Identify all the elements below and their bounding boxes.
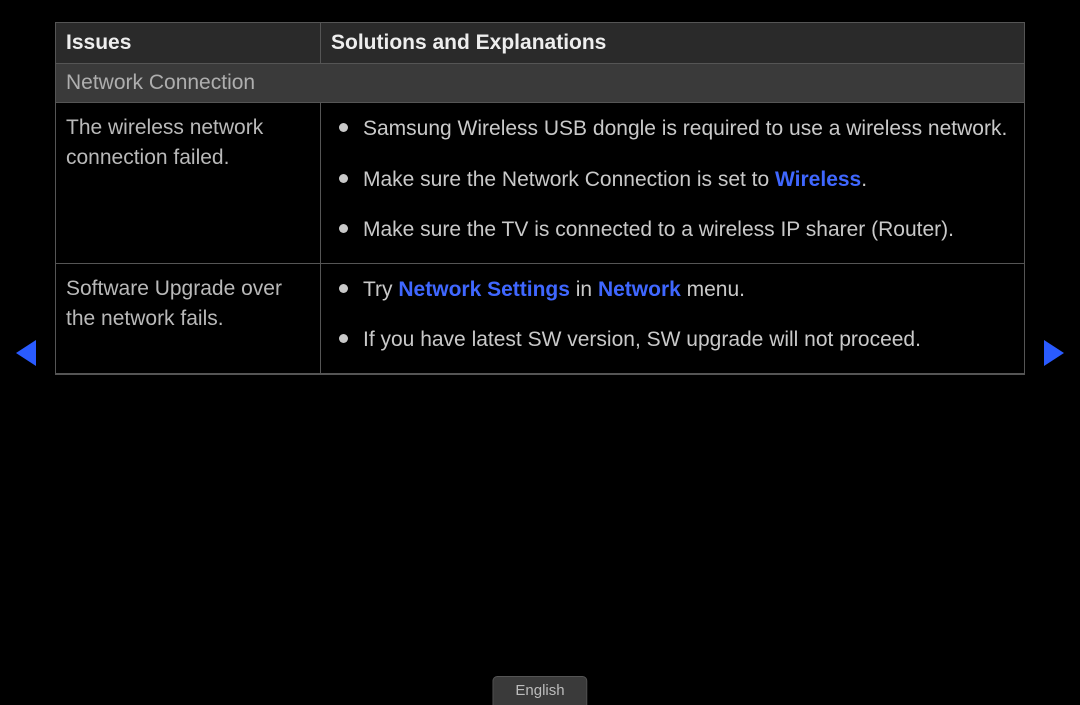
list-item: Make sure the Network Connection is set … xyxy=(321,164,1010,215)
list-item: Try Network Settings in Network menu. xyxy=(321,274,1010,325)
category-row: Network Connection xyxy=(56,64,1024,103)
header-solutions: Solutions and Explanations xyxy=(321,23,1024,63)
list-item: Samsung Wireless USB dongle is required … xyxy=(321,113,1010,164)
highlight-text: Wireless xyxy=(775,168,861,191)
list-item: Make sure the TV is connected to a wirel… xyxy=(321,214,1010,253)
solution-cell: Samsung Wireless USB dongle is required … xyxy=(321,103,1024,263)
issue-cell: The wireless network connection failed. xyxy=(56,103,321,263)
table-row: Software Upgrade over the network fails.… xyxy=(56,264,1024,374)
highlight-text: Network Settings xyxy=(398,278,570,301)
troubleshoot-table: Issues Solutions and Explanations Networ… xyxy=(55,22,1025,375)
list-item: If you have latest SW version, SW upgrad… xyxy=(321,324,1010,363)
next-page-arrow[interactable] xyxy=(1044,340,1064,366)
solution-cell: Try Network Settings in Network menu. If… xyxy=(321,264,1024,373)
table-row: The wireless network connection failed. … xyxy=(56,103,1024,264)
issue-cell: Software Upgrade over the network fails. xyxy=(56,264,321,373)
prev-page-arrow[interactable] xyxy=(16,340,36,366)
table-header-row: Issues Solutions and Explanations xyxy=(56,23,1024,64)
language-button[interactable]: English xyxy=(492,676,587,705)
header-issues: Issues xyxy=(56,23,321,63)
highlight-text: Network xyxy=(598,278,681,301)
